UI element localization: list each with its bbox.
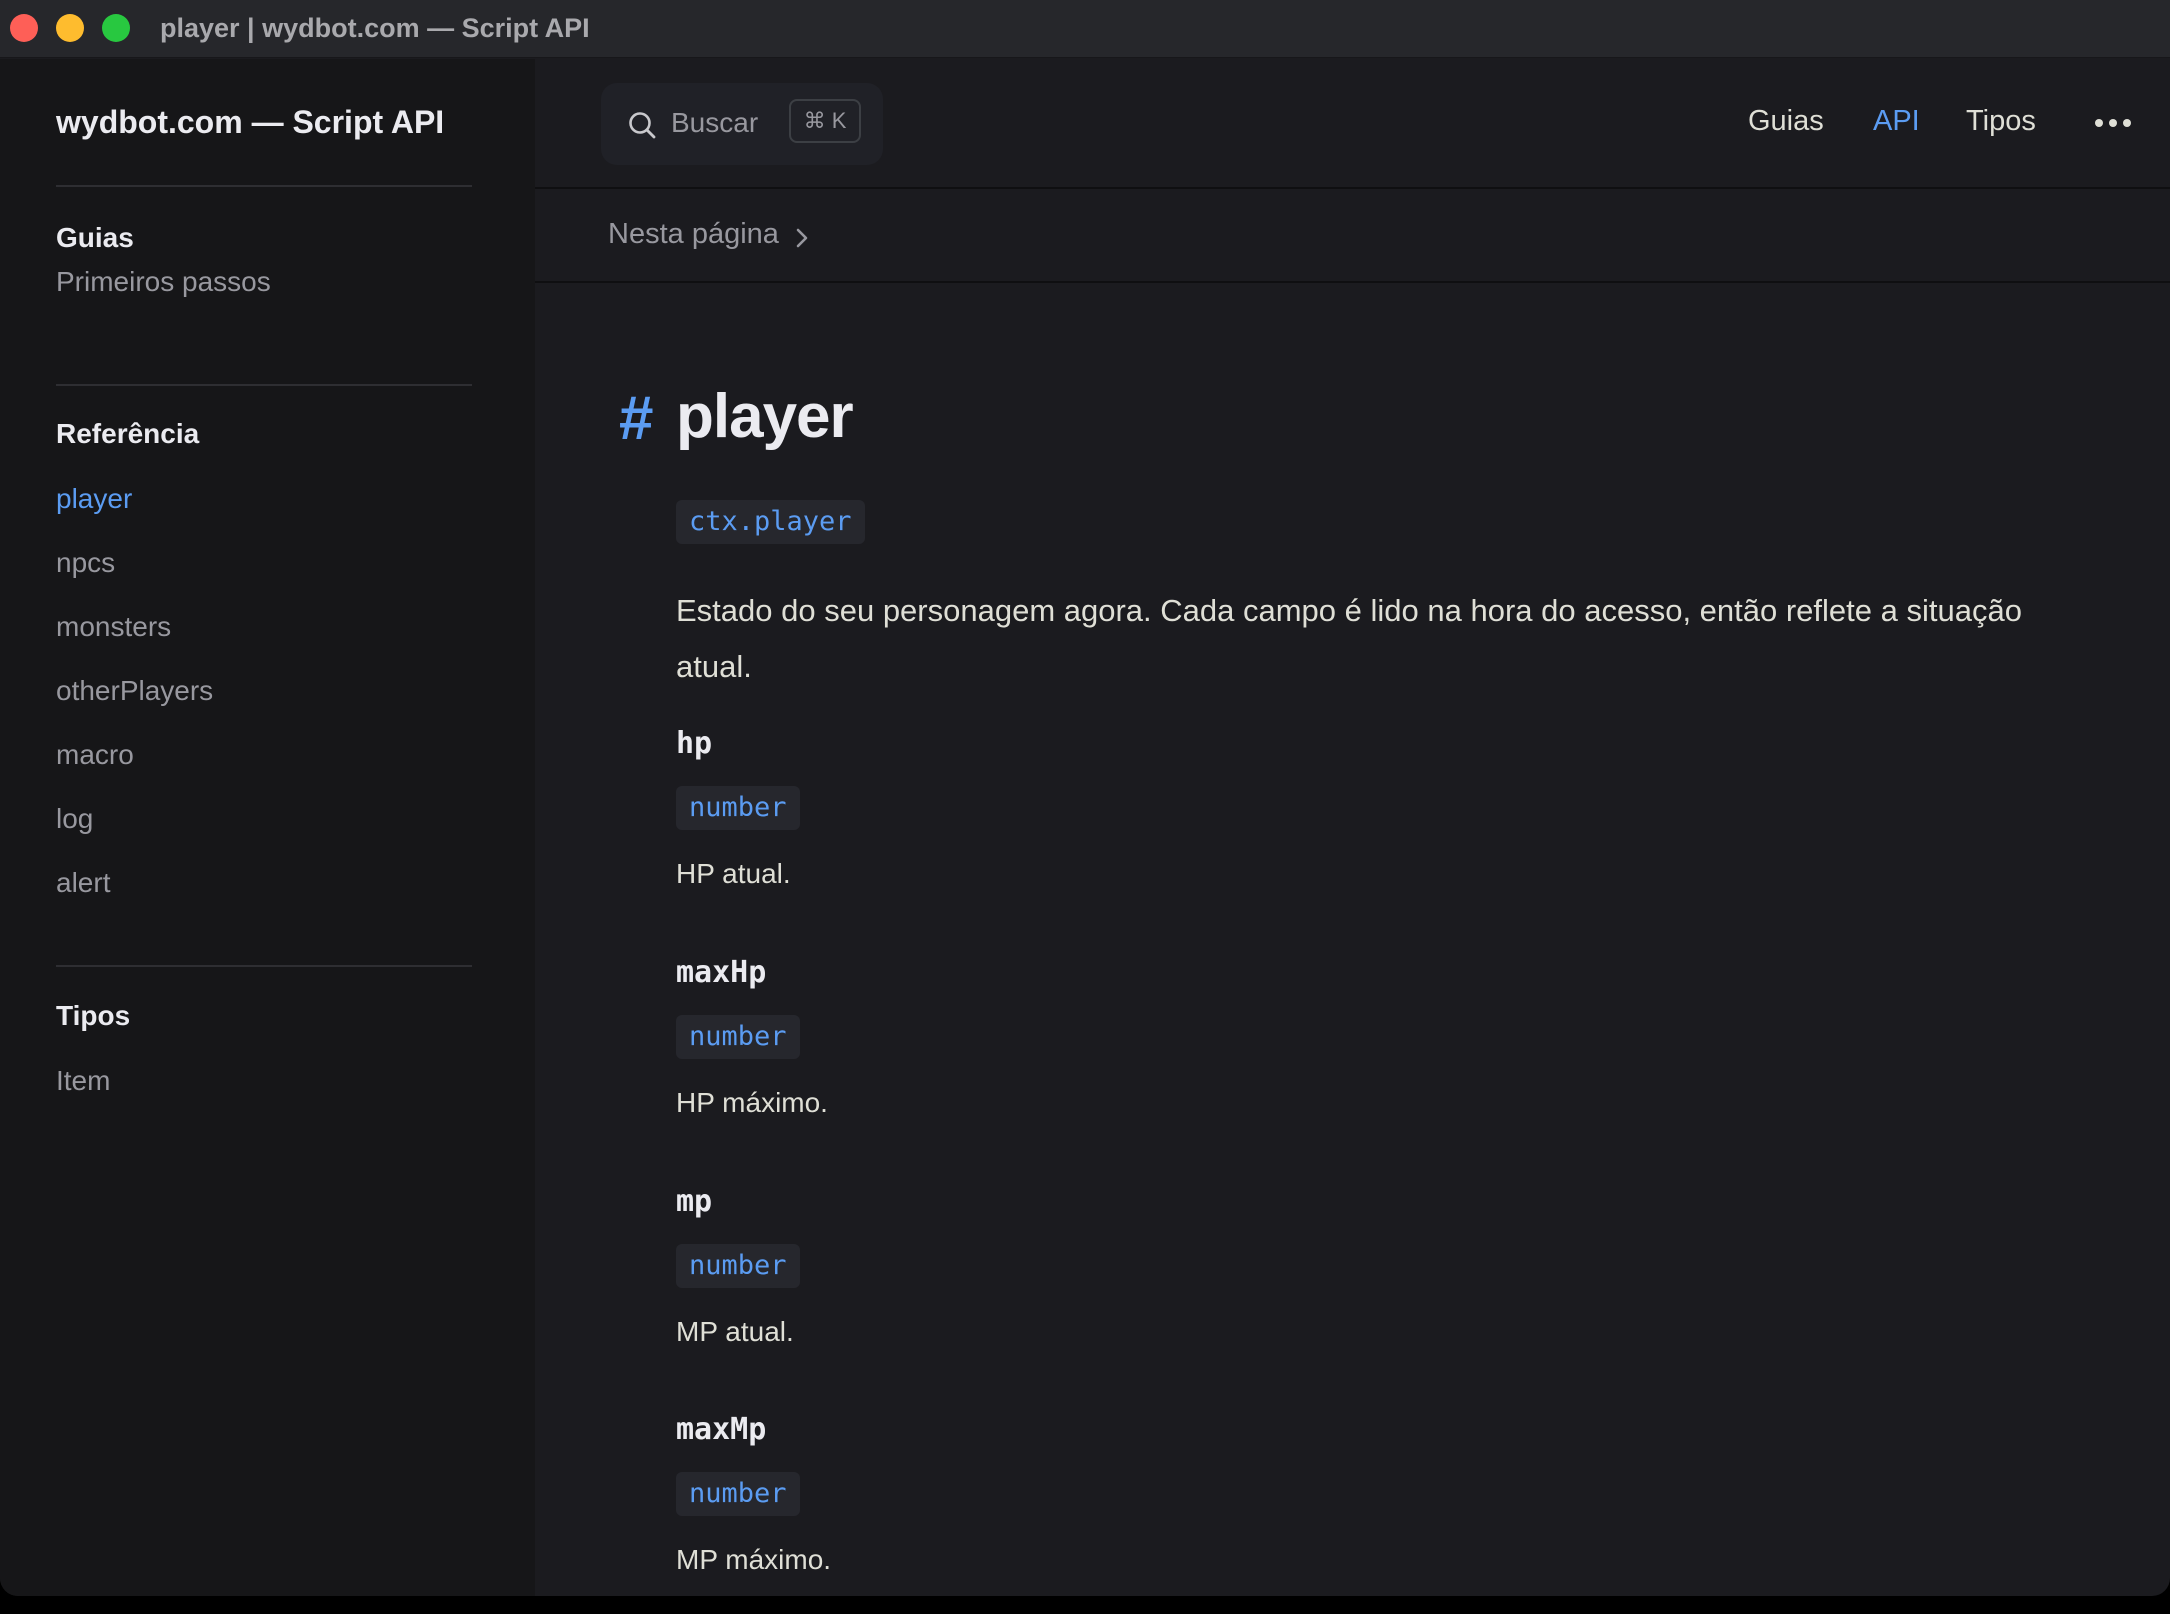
nav-link-tipos[interactable]: Tipos <box>1966 105 2036 138</box>
page-intro: Estado do seu personagem agora. Cada cam… <box>676 593 2022 684</box>
sidebar-group-tipos-title: Tipos <box>56 1000 131 1031</box>
property-description: MP máximo. <box>676 1544 832 1575</box>
close-window-button[interactable] <box>10 14 38 42</box>
sidebar-item-macro[interactable]: macro <box>56 739 134 771</box>
sidebar-group-guias-title: Guias <box>56 222 134 253</box>
nav-link-api[interactable]: API <box>1873 105 1920 138</box>
sidebar-item-monsters[interactable]: monsters <box>56 611 171 643</box>
search-shortcut-badge: ⌘ K <box>789 99 861 143</box>
property-type-badge: number <box>676 1015 800 1059</box>
window-title: player | wydbot.com — Script API <box>160 13 590 43</box>
sidebar-item-npcs[interactable]: npcs <box>56 547 115 579</box>
sidebar-item-otherplayers[interactable]: otherPlayers <box>56 675 213 707</box>
minimize-window-button[interactable] <box>56 14 84 42</box>
property-description: MP atual. <box>676 1316 794 1347</box>
property-name-maxhp: maxHp <box>676 955 767 990</box>
property-type-badge: number <box>676 1472 800 1516</box>
sidebar-item-alert[interactable]: alert <box>56 867 110 899</box>
sidebar-item-primeiros-passos[interactable]: Primeiros passos <box>56 266 271 298</box>
property-type-badge: number <box>676 1244 800 1288</box>
sidebar-group-referencia-title: Referência <box>56 418 200 449</box>
sidebar-item-log[interactable]: log <box>56 803 93 835</box>
search-label: Buscar <box>671 107 759 138</box>
property-description: HP máximo. <box>676 1087 828 1118</box>
nav-link-guias[interactable]: Guias <box>1748 105 1824 138</box>
signature-code: ctx.player <box>676 500 865 544</box>
sidebar-divider <box>56 185 472 187</box>
main-content: # player ctx.player Estado do seu person… <box>535 285 2170 1596</box>
browser-window: player | wydbot.com — Script API wydbot.… <box>0 0 2170 1596</box>
property-name-hp: hp <box>676 726 713 761</box>
top-navigation: Buscar ⌘ K Guias API Tipos <box>535 59 2170 189</box>
sidebar-item-player[interactable]: player <box>56 483 132 515</box>
search-button[interactable]: Buscar ⌘ K <box>601 83 883 165</box>
more-icon[interactable] <box>2093 117 2133 129</box>
local-navigation: Nesta página <box>535 191 2170 283</box>
property-name-maxmp: maxMp <box>676 1412 767 1447</box>
sidebar-divider <box>56 384 472 386</box>
property-type-badge: number <box>676 786 800 830</box>
search-icon <box>629 112 656 139</box>
title-bar: player | wydbot.com — Script API <box>0 0 2170 58</box>
sidebar-item-item[interactable]: Item <box>56 1065 110 1097</box>
chevron-right-icon <box>796 228 808 248</box>
property-description: HP atual. <box>676 858 791 889</box>
property-name-mp: mp <box>676 1184 713 1219</box>
page-title: player <box>676 382 854 451</box>
sidebar: wydbot.com — Script API Guias Primeiros … <box>0 59 535 1596</box>
on-this-page-button[interactable]: Nesta página <box>608 218 779 251</box>
heading-anchor-link[interactable]: # <box>619 383 653 454</box>
sidebar-divider <box>56 965 472 967</box>
site-title-link[interactable]: wydbot.com — Script API <box>56 104 444 141</box>
zoom-window-button[interactable] <box>102 14 130 42</box>
